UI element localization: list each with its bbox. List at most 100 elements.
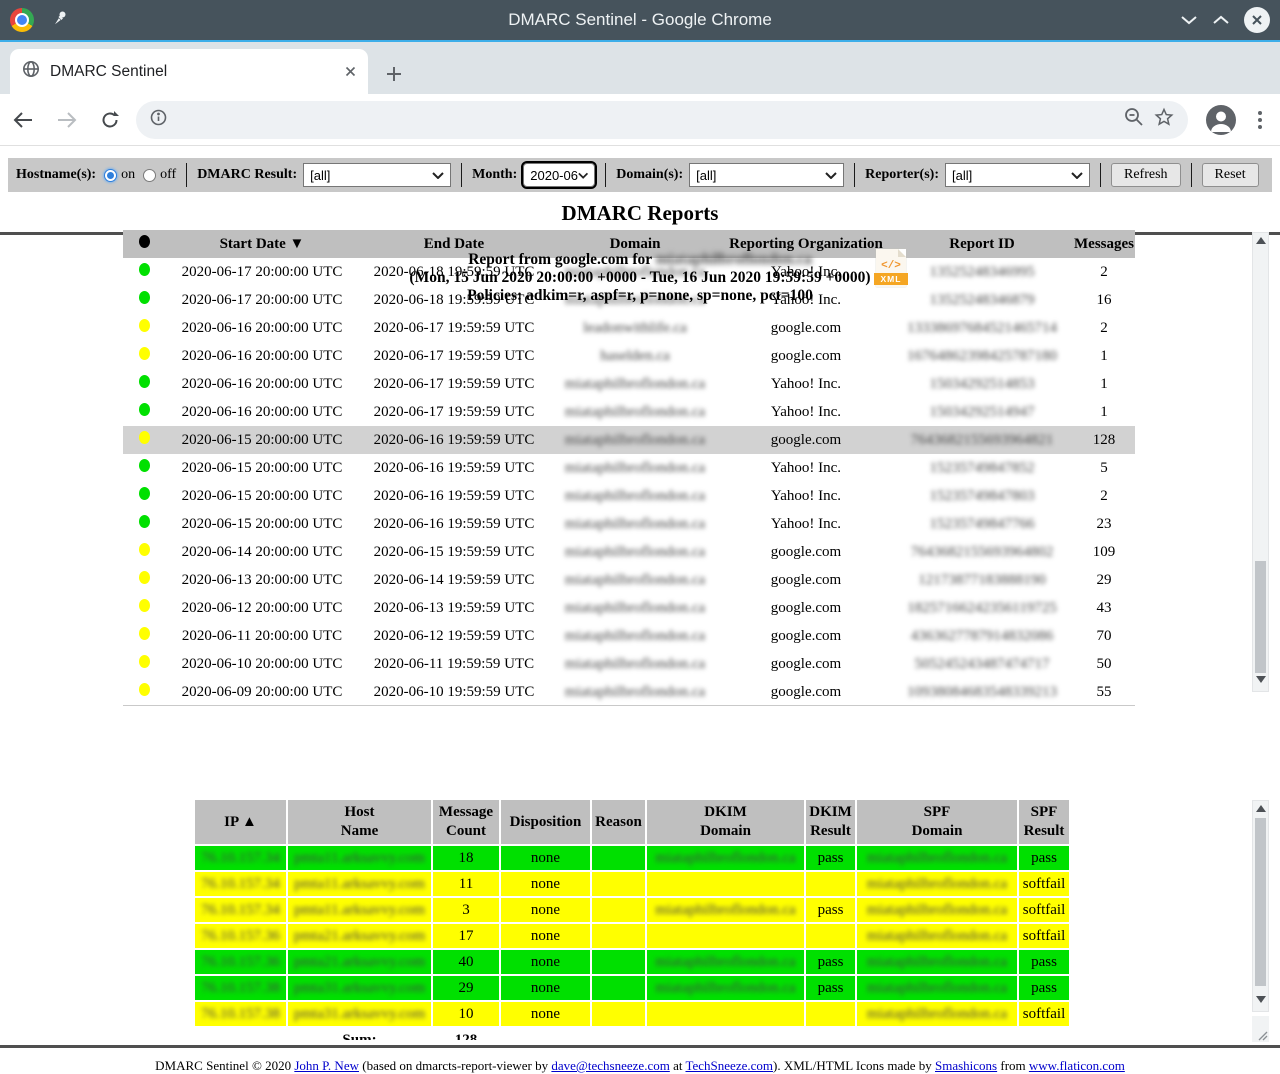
- status-dot: [139, 543, 150, 556]
- reload-icon[interactable]: [100, 110, 120, 130]
- footer-link[interactable]: Smashicons: [935, 1058, 997, 1073]
- status-dot: [139, 655, 150, 668]
- status-dot: [139, 375, 150, 388]
- footer-text: DMARC Sentinel © 2020: [155, 1058, 294, 1073]
- start-date-cell: 2020-06-13 20:00:00 UTC: [165, 566, 359, 594]
- report-row[interactable]: 2020-06-15 20:00:00 UTC2020-06-16 19:59:…: [123, 426, 1135, 454]
- status-dot: [139, 627, 150, 640]
- report-row[interactable]: 2020-06-16 20:00:00 UTC2020-06-17 19:59:…: [123, 342, 1135, 370]
- report-row[interactable]: 2020-06-12 20:00:00 UTC2020-06-13 19:59:…: [123, 594, 1135, 622]
- hostname-off-radio[interactable]: [143, 169, 156, 182]
- status-cell: [123, 594, 165, 622]
- status-dot-header: [139, 235, 150, 248]
- page-title: DMARC Reports: [0, 201, 1280, 226]
- address-bar[interactable]: [136, 101, 1188, 139]
- detail-column-header[interactable]: IP ▲: [195, 800, 286, 844]
- dmarc-result-select[interactable]: [all]: [303, 163, 451, 187]
- count-cell: 29: [433, 976, 499, 1000]
- status-cell: [123, 454, 165, 482]
- detail-column-header[interactable]: Host Name: [288, 800, 431, 844]
- detail-column-header[interactable]: Disposition: [501, 800, 590, 844]
- report-row[interactable]: 2020-06-13 20:00:00 UTC2020-06-14 19:59:…: [123, 566, 1135, 594]
- detail-column-header[interactable]: SPF Domain: [857, 800, 1017, 844]
- count-cell: 11: [433, 872, 499, 896]
- domains-select[interactable]: [all]: [689, 163, 844, 187]
- report-policies: Policies: adkim=r, aspf=r, p=none, sp=no…: [0, 287, 1280, 305]
- detail-column-header[interactable]: DKIM Domain: [647, 800, 804, 844]
- scroll-down-icon[interactable]: [1256, 996, 1266, 1003]
- messages-cell: 55: [1073, 678, 1135, 706]
- report-id-cell: 4363627787914832086: [891, 622, 1073, 650]
- count-cell: 10: [433, 1002, 499, 1026]
- new-tab-icon[interactable]: [386, 66, 402, 82]
- menu-kebab-icon[interactable]: [1258, 111, 1262, 129]
- report-row[interactable]: 2020-06-09 20:00:00 UTC2020-06-10 19:59:…: [123, 678, 1135, 706]
- scrollbar-thumb[interactable]: [1255, 561, 1266, 673]
- back-icon[interactable]: [12, 111, 34, 129]
- tab-dmarc-sentinel[interactable]: DMARC Sentinel: [10, 49, 368, 94]
- start-date-cell: 2020-06-14 20:00:00 UTC: [165, 538, 359, 566]
- tab-close-icon[interactable]: [345, 66, 356, 77]
- detail-column-header[interactable]: Message Count: [433, 800, 499, 844]
- scroll-down-icon[interactable]: [1256, 676, 1266, 683]
- footer-link[interactable]: John P. New: [294, 1058, 359, 1073]
- start-date-cell: 2020-06-10 20:00:00 UTC: [165, 650, 359, 678]
- report-row[interactable]: 2020-06-16 20:00:00 UTC2020-06-17 19:59:…: [123, 314, 1135, 342]
- domain-cell: miataphilbroflondon.ca: [549, 538, 721, 566]
- report-id-cell: 505245243487474717: [891, 650, 1073, 678]
- start-date-cell: 2020-06-15 20:00:00 UTC: [165, 510, 359, 538]
- report-row[interactable]: 2020-06-15 20:00:00 UTC2020-06-16 19:59:…: [123, 482, 1135, 510]
- xml-file-icon[interactable]: </> XML: [876, 249, 906, 287]
- report-row[interactable]: 2020-06-11 20:00:00 UTC2020-06-12 19:59:…: [123, 622, 1135, 650]
- zoom-out-icon[interactable]: [1124, 107, 1144, 132]
- pin-icon[interactable]: [52, 10, 68, 31]
- detail-row: 76.10.157.38pmta31.arksavvy.com10nonemia…: [195, 1002, 1069, 1026]
- footer-link[interactable]: www.flaticon.com: [1029, 1058, 1125, 1073]
- host-cell: pmta21.arksavvy.com: [288, 924, 431, 948]
- month-select[interactable]: 2020-06: [523, 163, 595, 187]
- detail-column-header[interactable]: DKIM Result: [806, 800, 855, 844]
- status-dot: [139, 459, 150, 472]
- detail-table: IP ▲Host NameMessage CountDispositionRea…: [193, 798, 1071, 1040]
- report-row[interactable]: 2020-06-15 20:00:00 UTC2020-06-16 19:59:…: [123, 454, 1135, 482]
- report-row[interactable]: 2020-06-16 20:00:00 UTC2020-06-17 19:59:…: [123, 398, 1135, 426]
- dkim-domain-cell: [647, 872, 804, 896]
- hostname-on-radio[interactable]: [104, 169, 117, 182]
- footer-link[interactable]: dave@techsneeze.com: [551, 1058, 669, 1073]
- report-row[interactable]: 2020-06-16 20:00:00 UTC2020-06-17 19:59:…: [123, 370, 1135, 398]
- status-dot: [139, 571, 150, 584]
- scrollbar-thumb[interactable]: [1255, 818, 1266, 986]
- reporters-label: Reporter(s):: [865, 167, 939, 183]
- end-date-cell: 2020-06-12 19:59:59 UTC: [359, 622, 549, 650]
- scroll-up-icon[interactable]: [1256, 237, 1266, 244]
- end-date-cell: 2020-06-14 19:59:59 UTC: [359, 566, 549, 594]
- profile-avatar[interactable]: [1206, 105, 1236, 135]
- bookmark-star-icon[interactable]: [1154, 107, 1174, 132]
- hostname-on-label: on: [121, 167, 135, 183]
- dkim-result-cell: [806, 872, 855, 896]
- footer-text: at: [670, 1058, 686, 1073]
- reporters-select[interactable]: [all]: [945, 163, 1090, 187]
- minimize-icon[interactable]: [1180, 14, 1198, 26]
- detail-column-header[interactable]: Reason: [592, 800, 645, 844]
- close-window-icon[interactable]: [1244, 7, 1270, 33]
- footer-link[interactable]: TechSneeze.com: [685, 1058, 773, 1073]
- domain-cell: miataphilbroflondon.ca: [549, 566, 721, 594]
- domain-cell: miataphilbroflondon.ca: [549, 398, 721, 426]
- reset-button[interactable]: Reset: [1202, 163, 1259, 187]
- refresh-button[interactable]: Refresh: [1111, 163, 1181, 187]
- report-row[interactable]: 2020-06-14 20:00:00 UTC2020-06-15 19:59:…: [123, 538, 1135, 566]
- resize-grip[interactable]: [1252, 1016, 1269, 1042]
- reason-cell: [592, 846, 645, 870]
- report-row[interactable]: 2020-06-15 20:00:00 UTC2020-06-16 19:59:…: [123, 510, 1135, 538]
- spf-domain-cell: miataphilbroflondon.ca: [857, 898, 1017, 922]
- disposition-cell: none: [501, 872, 590, 896]
- maximize-icon[interactable]: [1212, 14, 1230, 26]
- spf-domain-cell: miataphilbroflondon.ca: [857, 924, 1017, 948]
- detail-scrollbar[interactable]: [1252, 800, 1269, 1012]
- detail-column-header[interactable]: SPF Result: [1019, 800, 1069, 844]
- site-info-icon[interactable]: [150, 109, 167, 131]
- report-row[interactable]: 2020-06-10 20:00:00 UTC2020-06-11 19:59:…: [123, 650, 1135, 678]
- scroll-up-icon[interactable]: [1256, 805, 1266, 812]
- spf-domain-cell: miataphilbroflondon.ca: [857, 1002, 1017, 1026]
